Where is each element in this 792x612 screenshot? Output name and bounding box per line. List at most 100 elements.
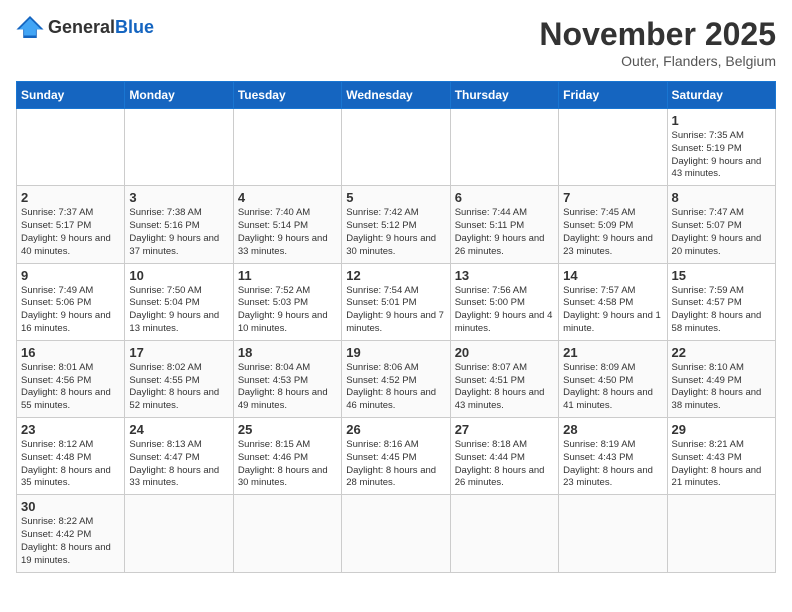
day-number: 5 xyxy=(346,190,445,205)
calendar-table: SundayMondayTuesdayWednesdayThursdayFrid… xyxy=(16,81,776,573)
calendar-cell: 14 Sunrise: 7:57 AM Sunset: 4:58 PM Dayli… xyxy=(559,263,667,340)
day-number: 26 xyxy=(346,422,445,437)
day-info: Sunrise: 7:57 AM Sunset: 4:58 PM Dayligh… xyxy=(563,285,662,336)
weekday-header-friday: Friday xyxy=(559,82,667,109)
page-header: GeneralBlue November 2025 Outer, Flander… xyxy=(16,16,776,69)
logo-icon xyxy=(16,16,44,38)
day-number: 22 xyxy=(672,345,771,360)
calendar-cell xyxy=(342,109,450,186)
day-number: 28 xyxy=(563,422,662,437)
day-info: Sunrise: 8:18 AM Sunset: 4:44 PM Dayligh… xyxy=(455,439,554,490)
calendar-cell: 1 Sunrise: 7:35 AM Sunset: 5:19 PM Daylig… xyxy=(667,109,775,186)
day-number: 15 xyxy=(672,268,771,283)
calendar-cell xyxy=(125,495,233,572)
calendar-cell: 26 Sunrise: 8:16 AM Sunset: 4:45 PM Dayli… xyxy=(342,418,450,495)
day-number: 4 xyxy=(238,190,337,205)
calendar-cell xyxy=(559,109,667,186)
calendar-week-row: 9 Sunrise: 7:49 AM Sunset: 5:06 PM Daylig… xyxy=(17,263,776,340)
weekday-header-saturday: Saturday xyxy=(667,82,775,109)
day-number: 7 xyxy=(563,190,662,205)
calendar-cell xyxy=(450,109,558,186)
calendar-cell xyxy=(233,109,341,186)
day-number: 3 xyxy=(129,190,228,205)
calendar-cell: 9 Sunrise: 7:49 AM Sunset: 5:06 PM Daylig… xyxy=(17,263,125,340)
calendar-week-row: 23Sunrise: 8:12 AM Sunset: 4:48 PM Dayli… xyxy=(17,418,776,495)
calendar-cell: 13 Sunrise: 7:56 AM Sunset: 5:00 PM Dayli… xyxy=(450,263,558,340)
day-number: 29 xyxy=(672,422,771,437)
day-info: Sunrise: 8:15 AM Sunset: 4:46 PM Dayligh… xyxy=(238,439,337,490)
day-info: Sunrise: 7:59 AM Sunset: 4:57 PM Dayligh… xyxy=(672,285,771,336)
day-info: Sunrise: 8:19 AM Sunset: 4:43 PM Dayligh… xyxy=(563,439,662,490)
day-number: 12 xyxy=(346,268,445,283)
day-number: 30 xyxy=(21,499,120,514)
calendar-cell: 6Sunrise: 7:44 AM Sunset: 5:11 PM Daylig… xyxy=(450,186,558,263)
weekday-header-sunday: Sunday xyxy=(17,82,125,109)
day-info: Sunrise: 7:35 AM Sunset: 5:19 PM Dayligh… xyxy=(672,130,771,181)
location-title: Outer, Flanders, Belgium xyxy=(539,53,776,69)
calendar-week-row: 16Sunrise: 8:01 AM Sunset: 4:56 PM Dayli… xyxy=(17,340,776,417)
weekday-header-wednesday: Wednesday xyxy=(342,82,450,109)
day-number: 2 xyxy=(21,190,120,205)
calendar-cell: 16Sunrise: 8:01 AM Sunset: 4:56 PM Dayli… xyxy=(17,340,125,417)
calendar-cell: 21Sunrise: 8:09 AM Sunset: 4:50 PM Dayli… xyxy=(559,340,667,417)
day-number: 20 xyxy=(455,345,554,360)
day-info: Sunrise: 8:10 AM Sunset: 4:49 PM Dayligh… xyxy=(672,362,771,413)
day-info: Sunrise: 7:45 AM Sunset: 5:09 PM Dayligh… xyxy=(563,207,662,258)
calendar-week-row: 30 Sunrise: 8:22 AM Sunset: 4:42 PM Dayli… xyxy=(17,495,776,572)
calendar-cell: 23Sunrise: 8:12 AM Sunset: 4:48 PM Dayli… xyxy=(17,418,125,495)
day-number: 21 xyxy=(563,345,662,360)
calendar-cell xyxy=(233,495,341,572)
day-info: Sunrise: 7:50 AM Sunset: 5:04 PM Dayligh… xyxy=(129,285,228,336)
day-number: 10 xyxy=(129,268,228,283)
day-info: Sunrise: 8:13 AM Sunset: 4:47 PM Dayligh… xyxy=(129,439,228,490)
calendar-cell: 22 Sunrise: 8:10 AM Sunset: 4:49 PM Dayli… xyxy=(667,340,775,417)
calendar-cell: 7 Sunrise: 7:45 AM Sunset: 5:09 PM Daylig… xyxy=(559,186,667,263)
calendar-cell: 17 Sunrise: 8:02 AM Sunset: 4:55 PM Dayli… xyxy=(125,340,233,417)
day-number: 18 xyxy=(238,345,337,360)
day-number: 6 xyxy=(455,190,554,205)
day-number: 9 xyxy=(21,268,120,283)
calendar-cell xyxy=(125,109,233,186)
calendar-cell: 24 Sunrise: 8:13 AM Sunset: 4:47 PM Dayli… xyxy=(125,418,233,495)
day-number: 19 xyxy=(346,345,445,360)
calendar-cell: 5Sunrise: 7:42 AM Sunset: 5:12 PM Daylig… xyxy=(342,186,450,263)
calendar-cell xyxy=(559,495,667,572)
day-info: Sunrise: 8:02 AM Sunset: 4:55 PM Dayligh… xyxy=(129,362,228,413)
day-number: 17 xyxy=(129,345,228,360)
day-info: Sunrise: 8:01 AM Sunset: 4:56 PM Dayligh… xyxy=(21,362,120,413)
day-info: Sunrise: 7:49 AM Sunset: 5:06 PM Dayligh… xyxy=(21,285,120,336)
day-number: 14 xyxy=(563,268,662,283)
day-number: 8 xyxy=(672,190,771,205)
day-info: Sunrise: 7:56 AM Sunset: 5:00 PM Dayligh… xyxy=(455,285,554,336)
calendar-cell: 28 Sunrise: 8:19 AM Sunset: 4:43 PM Dayli… xyxy=(559,418,667,495)
logo: GeneralBlue xyxy=(16,16,154,38)
day-number: 24 xyxy=(129,422,228,437)
calendar-cell: 12 Sunrise: 7:54 AM Sunset: 5:01 PM Dayli… xyxy=(342,263,450,340)
day-info: Sunrise: 8:22 AM Sunset: 4:42 PM Dayligh… xyxy=(21,516,120,567)
day-number: 13 xyxy=(455,268,554,283)
day-info: Sunrise: 7:52 AM Sunset: 5:03 PM Dayligh… xyxy=(238,285,337,336)
calendar-cell: 10 Sunrise: 7:50 AM Sunset: 5:04 PM Dayli… xyxy=(125,263,233,340)
calendar-cell: 19Sunrise: 8:06 AM Sunset: 4:52 PM Dayli… xyxy=(342,340,450,417)
weekday-header-row: SundayMondayTuesdayWednesdayThursdayFrid… xyxy=(17,82,776,109)
calendar-week-row: 1 Sunrise: 7:35 AM Sunset: 5:19 PM Daylig… xyxy=(17,109,776,186)
day-number: 1 xyxy=(672,113,771,128)
calendar-cell: 15 Sunrise: 7:59 AM Sunset: 4:57 PM Dayli… xyxy=(667,263,775,340)
calendar-cell: 29Sunrise: 8:21 AM Sunset: 4:43 PM Dayli… xyxy=(667,418,775,495)
calendar-cell xyxy=(450,495,558,572)
logo-text-general: General xyxy=(48,17,115,37)
calendar-cell xyxy=(17,109,125,186)
day-info: Sunrise: 8:04 AM Sunset: 4:53 PM Dayligh… xyxy=(238,362,337,413)
weekday-header-thursday: Thursday xyxy=(450,82,558,109)
day-info: Sunrise: 7:47 AM Sunset: 5:07 PM Dayligh… xyxy=(672,207,771,258)
calendar-cell: 2Sunrise: 7:37 AM Sunset: 5:17 PM Daylig… xyxy=(17,186,125,263)
calendar-cell: 27Sunrise: 8:18 AM Sunset: 4:44 PM Dayli… xyxy=(450,418,558,495)
month-title: November 2025 xyxy=(539,16,776,53)
calendar-cell: 30 Sunrise: 8:22 AM Sunset: 4:42 PM Dayli… xyxy=(17,495,125,572)
day-info: Sunrise: 7:54 AM Sunset: 5:01 PM Dayligh… xyxy=(346,285,445,336)
weekday-header-monday: Monday xyxy=(125,82,233,109)
title-area: November 2025 Outer, Flanders, Belgium xyxy=(539,16,776,69)
calendar-cell xyxy=(342,495,450,572)
calendar-cell: 8 Sunrise: 7:47 AM Sunset: 5:07 PM Daylig… xyxy=(667,186,775,263)
day-info: Sunrise: 8:16 AM Sunset: 4:45 PM Dayligh… xyxy=(346,439,445,490)
